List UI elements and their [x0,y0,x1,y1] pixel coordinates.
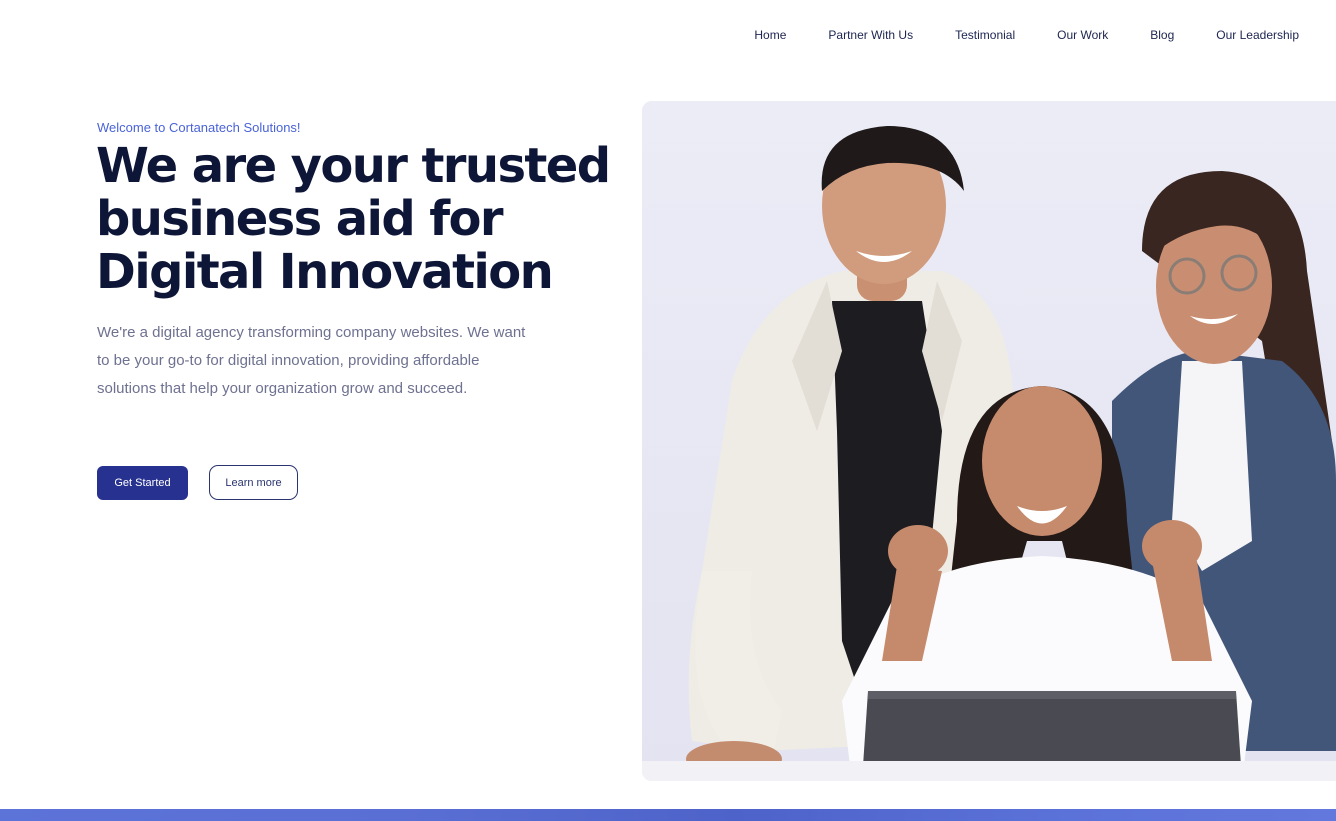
hero-headline: We are your trusted business aid for Dig… [96,140,616,299]
team-photo-illustration [642,101,1336,781]
hero-headline-line-3: Digital Innovation [96,244,554,300]
nav-partner-with-us[interactable]: Partner With Us [828,27,913,43]
nav-testimonial[interactable]: Testimonial [955,27,1015,43]
hero-team-photo [642,101,1336,781]
get-started-button[interactable]: Get Started [97,466,188,500]
hero-description: We're a digital agency transforming comp… [97,324,526,397]
hero-headline-line-1: We are your trusted [96,138,611,194]
bottom-banner-strip [0,809,1336,821]
nav-blog[interactable]: Blog [1150,27,1174,43]
top-navigation: Home Partner With Us Testimonial Our Wor… [712,27,1299,43]
learn-more-button[interactable]: Learn more [209,465,298,500]
nav-our-work[interactable]: Our Work [1057,27,1108,43]
hero-headline-line-2: business aid for [96,191,504,247]
nav-home[interactable]: Home [754,27,786,43]
nav-our-leadership[interactable]: Our Leadership [1216,27,1299,43]
landing-page: Home Partner With Us Testimonial Our Wor… [0,0,1336,821]
hero-eyebrow: Welcome to Cortanatech Solutions! [97,120,301,135]
